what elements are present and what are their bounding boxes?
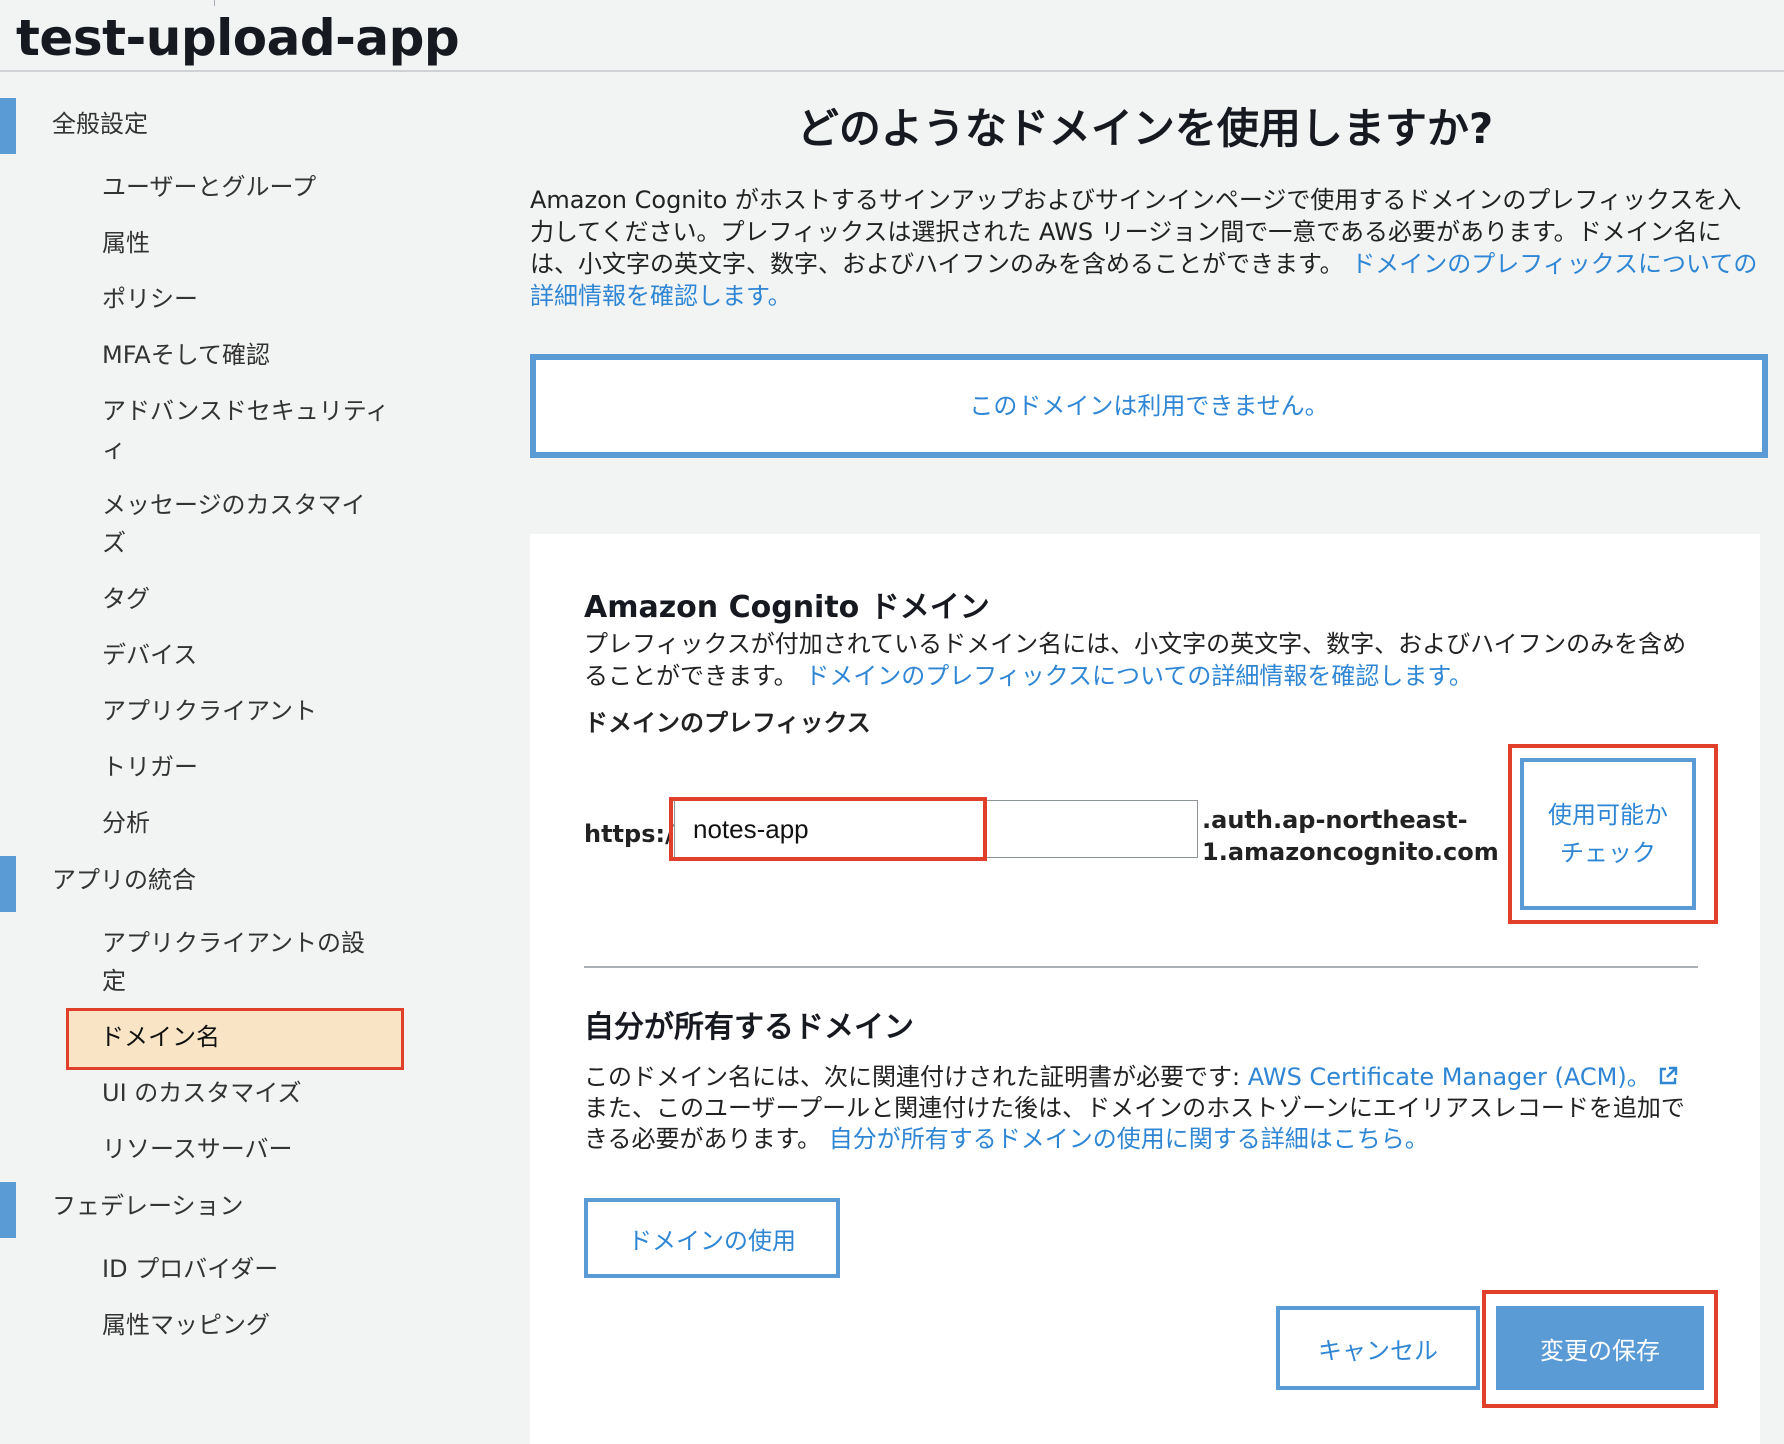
sidebar-section-app-integration[interactable]: アプリの統合 (52, 860, 196, 900)
check-availability-button[interactable]: 使用可能かチェック (1520, 758, 1696, 910)
sidebar-item-triggers[interactable]: トリガー (102, 748, 392, 786)
section-divider (584, 966, 1698, 968)
acm-link[interactable]: AWS Certificate Manager (ACM)。 (1248, 1063, 1651, 1091)
sidebar-section-general[interactable]: 全般設定 (52, 104, 148, 144)
https-prefix: https:// (584, 820, 683, 848)
section-indicator (0, 856, 16, 912)
sidebar-item-policies[interactable]: ポリシー (102, 280, 392, 318)
app-title: test-upload-app (16, 9, 460, 67)
own-domain-desc-text: このドメイン名には、次に関連付けされた証明書が必要です: (584, 1063, 1241, 1091)
cognito-prefix-info-link[interactable]: ドメインのプレフィックスについての詳細情報を確認します。 (805, 662, 1473, 690)
sidebar-item-analytics[interactable]: 分析 (102, 804, 392, 842)
sidebar-item-label-wrap: ズ (102, 529, 126, 557)
sidebar-item-message-customize[interactable]: メッセージのカスタマイ ズ (102, 486, 392, 562)
sidebar-item-label: メッセージのカスタマイ (102, 491, 366, 519)
own-domain-desc: このドメイン名には、次に関連付けされた証明書が必要です: AWS Certifi… (584, 1062, 1704, 1155)
sidebar-item-domain-name[interactable]: ドメイン名 (100, 1018, 390, 1056)
section-indicator (0, 98, 16, 154)
sidebar-item-ui-customize[interactable]: UI のカスタマイズ (102, 1074, 392, 1112)
domain-settings-card: Amazon Cognito ドメイン プレフィックスが付加されているドメイン名… (530, 534, 1760, 1444)
page-heading: どのようなドメインを使用しますか? (796, 104, 1494, 153)
domain-suffix: .auth.ap-northeast- 1.amazoncognito.com (1202, 804, 1499, 868)
prefix-input-container (669, 797, 1198, 861)
prefix-label: ドメインのプレフィックス (584, 709, 871, 737)
sidebar-item-identity-providers[interactable]: ID プロバイダー (102, 1250, 392, 1288)
cognito-domain-desc: プレフィックスが付加されているドメイン名には、小文字の英文字、数字、およびハイフ… (584, 628, 1694, 692)
cognito-domain-title: Amazon Cognito ドメイン (584, 590, 990, 625)
sidebar-item-resource-servers[interactable]: リソースサーバー (102, 1130, 392, 1168)
sidebar-item-app-client-settings[interactable]: アプリクライアントの設 定 (102, 924, 392, 1000)
domain-suffix-line1: .auth.ap-northeast- (1202, 806, 1468, 834)
section-indicator (0, 1182, 16, 1238)
sidebar-item-label: アドバンスドセキュリティ (102, 397, 390, 425)
cancel-button[interactable]: キャンセル (1276, 1306, 1480, 1390)
domain-suffix-line2: 1.amazoncognito.com (1202, 838, 1499, 866)
sidebar: 全般設定 ユーザーとグループ 属性 ポリシー MFAそして確認 アドバンスドセキ… (0, 72, 500, 1444)
sidebar-item-advanced-security[interactable]: アドバンスドセキュリティ ィ (102, 392, 392, 468)
domain-unavailable-alert: このドメインは利用できません。 (530, 354, 1768, 458)
sidebar-item-label-wrap: ィ (102, 435, 126, 463)
own-domain-info-link[interactable]: 自分が所有するドメインの使用に関する詳細はこちら。 (829, 1125, 1429, 1153)
sidebar-item-app-clients[interactable]: アプリクライアント (102, 692, 392, 730)
intro-paragraph: Amazon Cognito がホストするサインアップおよびサインインページで使… (530, 184, 1760, 312)
alert-message: このドメインは利用できません。 (969, 392, 1329, 420)
sidebar-item-users-groups[interactable]: ユーザーとグループ (102, 168, 392, 206)
sidebar-item-label: アプリクライアントの設 (102, 929, 366, 957)
sidebar-item-tags[interactable]: タグ (102, 580, 392, 618)
sidebar-item-attributes[interactable]: 属性 (102, 224, 392, 262)
sidebar-section-federation[interactable]: フェデレーション (52, 1186, 244, 1226)
sidebar-item-devices[interactable]: デバイス (102, 636, 392, 674)
domain-prefix-input[interactable] (669, 797, 987, 861)
sidebar-item-mfa[interactable]: MFAそして確認 (102, 336, 392, 374)
use-domain-button[interactable]: ドメインの使用 (584, 1198, 840, 1278)
own-domain-title: 自分が所有するドメイン (584, 1010, 914, 1045)
sidebar-item-label-wrap: 定 (102, 967, 126, 995)
sidebar-item-attribute-mapping[interactable]: 属性マッピング (102, 1306, 392, 1344)
title-tick (214, 0, 215, 6)
external-link-icon[interactable] (1657, 1065, 1679, 1087)
save-changes-button[interactable]: 変更の保存 (1496, 1306, 1704, 1390)
